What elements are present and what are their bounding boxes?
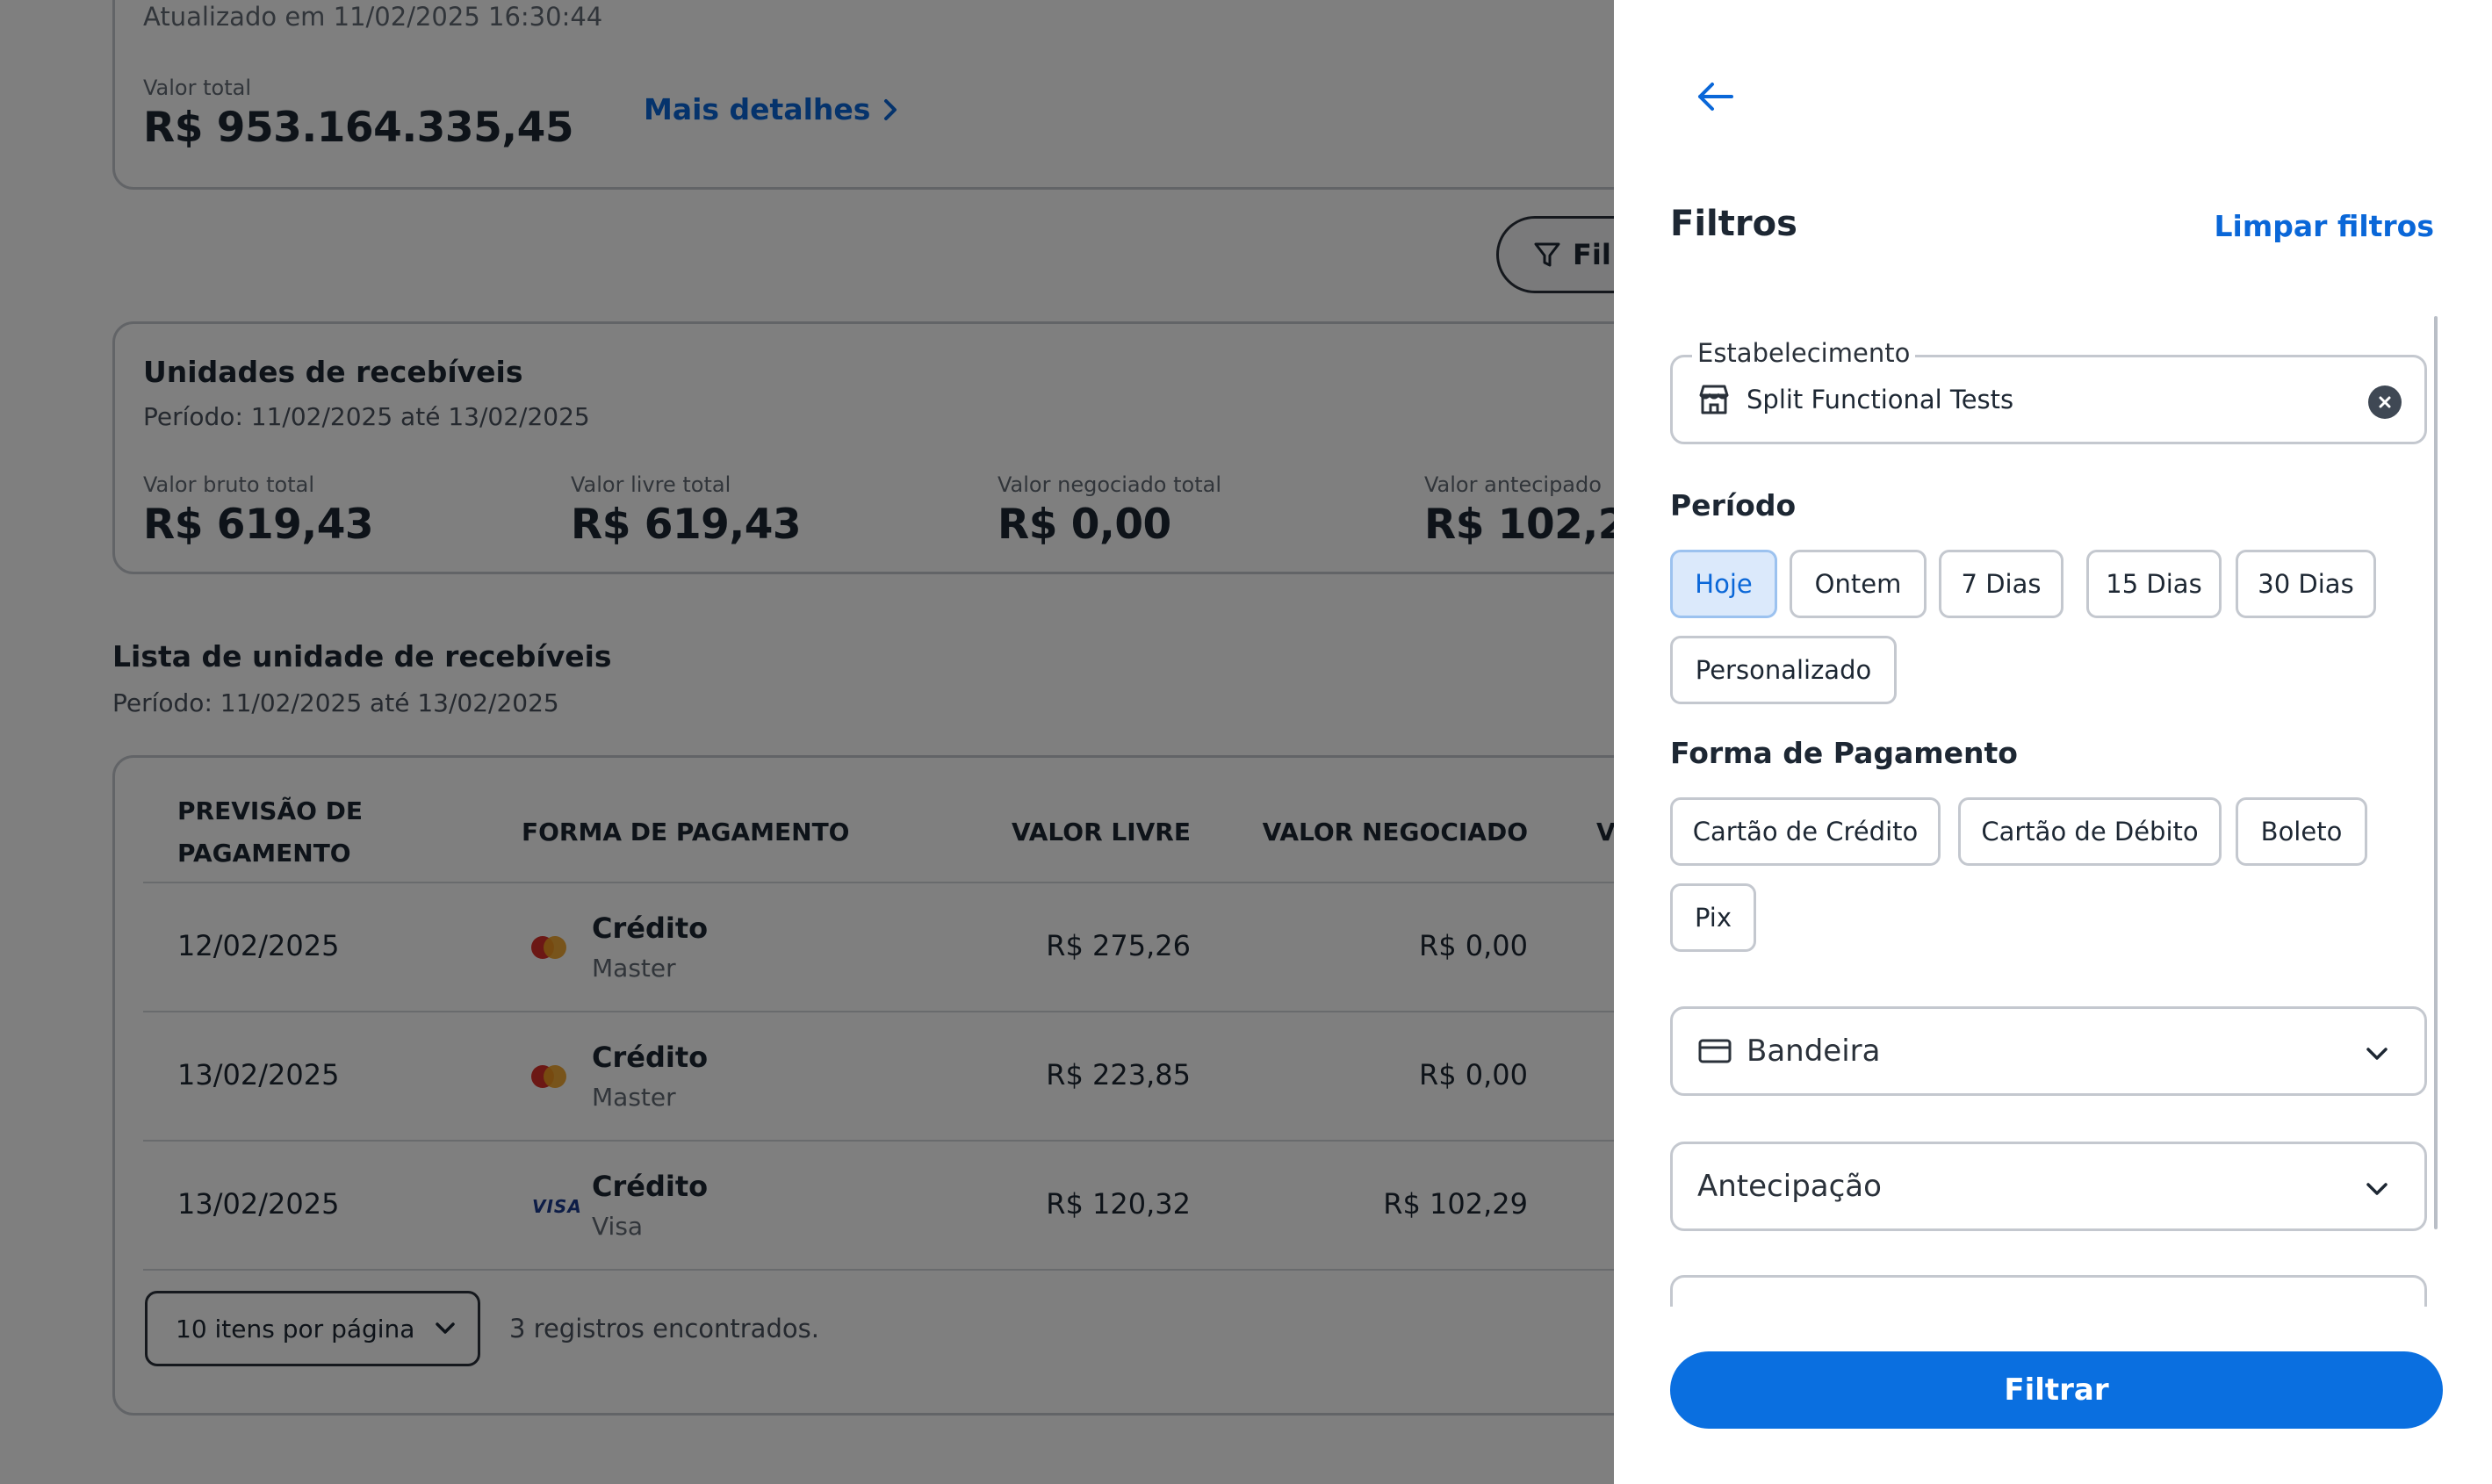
payment-title: Forma de Pagamento — [1670, 736, 2018, 770]
chip-payment-boleto[interactable]: Boleto — [2236, 797, 2367, 866]
chip-period-today[interactable]: Hoje — [1670, 550, 1777, 618]
next-field[interactable] — [1670, 1275, 2427, 1307]
filters-drawer: Filtros Limpar filtros Estabelecimento S… — [1614, 0, 2492, 1484]
drawer-title: Filtros — [1670, 204, 1797, 244]
establishment-field[interactable]: Estabelecimento Split Functional Tests — [1670, 338, 2427, 444]
chip-payment-debit[interactable]: Cartão de Débito — [1958, 797, 2222, 866]
chip-payment-credit[interactable]: Cartão de Crédito — [1670, 797, 1941, 866]
chip-payment-pix[interactable]: Pix — [1670, 883, 1756, 952]
clear-establishment-button[interactable] — [2368, 385, 2402, 419]
establishment-value: Split Functional Tests — [1747, 385, 2014, 414]
chevron-down-icon — [2366, 1048, 2388, 1060]
chevron-down-icon — [2366, 1183, 2388, 1195]
back-button[interactable] — [1689, 70, 1741, 123]
chip-period-7-days[interactable]: 7 Dias — [1939, 550, 2063, 618]
chip-period-custom[interactable]: Personalizado — [1670, 636, 1897, 704]
brand-select-label: Bandeira — [1747, 1034, 1881, 1069]
close-icon — [2379, 396, 2391, 408]
next-field-clip — [1670, 1275, 2427, 1307]
chip-period-15-days[interactable]: 15 Dias — [2086, 550, 2222, 618]
establishment-legend: Estabelecimento — [1692, 338, 1916, 368]
chip-period-yesterday[interactable]: Ontem — [1790, 550, 1927, 618]
filter-submit-button[interactable]: Filtrar — [1670, 1351, 2443, 1429]
arrow-left-icon — [1698, 83, 1733, 111]
credit-card-icon — [1698, 1039, 1732, 1063]
chip-period-30-days[interactable]: 30 Dias — [2236, 550, 2376, 618]
drawer-scrollbar[interactable] — [2434, 316, 2438, 1229]
brand-select[interactable]: Bandeira — [1670, 1006, 2427, 1096]
anticipation-select-label: Antecipação — [1697, 1169, 1882, 1204]
modal-overlay[interactable] — [0, 0, 1614, 1484]
anticipation-select[interactable]: Antecipação — [1670, 1142, 2427, 1231]
store-icon — [1699, 385, 1729, 414]
clear-filters-link[interactable]: Limpar filtros — [2214, 209, 2434, 243]
period-title: Período — [1670, 488, 1797, 522]
